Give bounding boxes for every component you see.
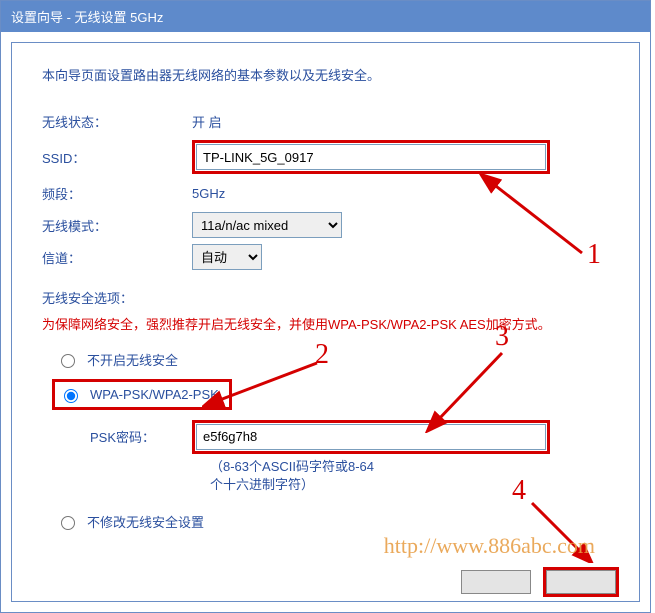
wizard-window: 设置向导 - 无线设置 5GHz 本向导页面设置路由器无线网络的基本参数以及无线… — [0, 0, 651, 613]
radio-off-label: 不开启无线安全 — [87, 350, 178, 369]
psk-hint: （8-63个ASCII码字符或8-64 个十六进制字符） — [210, 458, 619, 494]
channel-select[interactable]: 自动 — [192, 244, 262, 270]
button-bar — [453, 567, 619, 597]
highlight-psk — [192, 420, 550, 454]
annotation-num-1: 1 — [587, 239, 601, 271]
label-mode: 无线模式： — [42, 216, 192, 235]
value-status: 开 启 — [192, 112, 222, 131]
highlight-next-button — [543, 567, 619, 597]
next-button[interactable] — [546, 570, 616, 594]
psk-hint-line2: 个十六进制字符） — [210, 477, 314, 492]
psk-label: PSK密码： — [90, 427, 192, 446]
annotation-num-3: 3 — [495, 321, 509, 353]
value-band: 5GHz — [192, 186, 225, 201]
radio-wpa[interactable] — [64, 389, 78, 403]
intro-text: 本向导页面设置路由器无线网络的基本参数以及无线安全。 — [42, 59, 619, 102]
highlight-wpa-option: WPA-PSK/WPA2-PSK — [52, 379, 232, 410]
label-status: 无线状态： — [42, 112, 192, 131]
radio-off[interactable] — [61, 354, 75, 368]
prev-button[interactable] — [461, 570, 531, 594]
radio-row-off[interactable]: 不开启无线安全 — [56, 350, 619, 369]
radio-wpa-label: WPA-PSK/WPA2-PSK — [90, 387, 219, 402]
mode-select[interactable]: 11a/n/ac mixed — [192, 212, 342, 238]
radio-keep[interactable] — [61, 516, 75, 530]
security-section-label: 无线安全选项： — [42, 288, 619, 307]
annotation-num-4: 4 — [512, 475, 526, 507]
radio-row-keep[interactable]: 不修改无线安全设置 — [56, 512, 619, 531]
title-bar: 设置向导 - 无线设置 5GHz — [1, 1, 650, 32]
security-warning: 为保障网络安全，强烈推荐开启无线安全，并使用WPA-PSK/WPA2-PSK A… — [42, 315, 619, 336]
form-panel: 本向导页面设置路由器无线网络的基本参数以及无线安全。 无线状态： 开 启 SSI… — [11, 42, 640, 602]
label-band: 频段： — [42, 184, 192, 203]
psk-input[interactable] — [196, 424, 546, 450]
ssid-input[interactable] — [196, 144, 546, 170]
psk-hint-line1: （8-63个ASCII码字符或8-64 — [210, 459, 374, 474]
radio-keep-label: 不修改无线安全设置 — [87, 512, 204, 531]
highlight-ssid — [192, 140, 550, 174]
label-ssid: SSID： — [42, 148, 192, 167]
label-channel: 信道： — [42, 248, 192, 267]
annotation-num-2: 2 — [315, 339, 329, 371]
window-title: 设置向导 - 无线设置 5GHz — [11, 10, 163, 25]
